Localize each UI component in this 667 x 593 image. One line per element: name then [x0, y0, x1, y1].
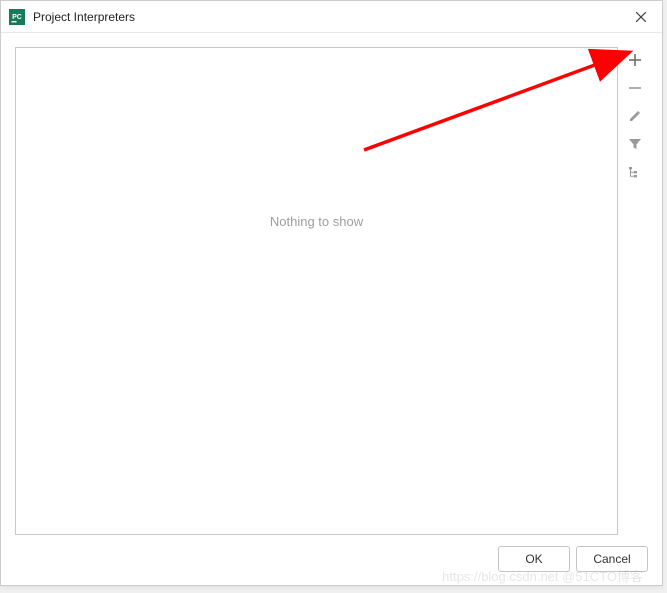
- svg-text:PC: PC: [12, 14, 22, 21]
- dialog-button-row: OK Cancel: [15, 535, 648, 575]
- pencil-icon: [628, 109, 642, 123]
- edit-button[interactable]: [625, 107, 645, 125]
- show-paths-button[interactable]: [625, 163, 645, 181]
- close-icon: [636, 12, 646, 22]
- plus-icon: [628, 53, 642, 67]
- pycharm-icon: PC: [9, 9, 25, 25]
- ok-button[interactable]: OK: [498, 546, 570, 572]
- funnel-icon: [628, 137, 642, 151]
- titlebar: PC Project Interpreters: [1, 1, 662, 33]
- remove-button[interactable]: [625, 79, 645, 97]
- minus-icon: [628, 81, 642, 95]
- project-interpreters-dialog: PC Project Interpreters Nothing to show: [0, 0, 663, 586]
- list-toolbar: [622, 47, 648, 535]
- cancel-button[interactable]: Cancel: [576, 546, 648, 572]
- empty-state-text: Nothing to show: [270, 214, 363, 229]
- tree-icon: [628, 165, 642, 179]
- filter-button[interactable]: [625, 135, 645, 153]
- close-button[interactable]: [626, 2, 656, 32]
- dialog-title: Project Interpreters: [33, 10, 626, 24]
- add-button[interactable]: [625, 51, 645, 69]
- main-row: Nothing to show: [15, 47, 648, 535]
- interpreter-list[interactable]: Nothing to show: [15, 47, 618, 535]
- dialog-content: Nothing to show: [1, 33, 662, 585]
